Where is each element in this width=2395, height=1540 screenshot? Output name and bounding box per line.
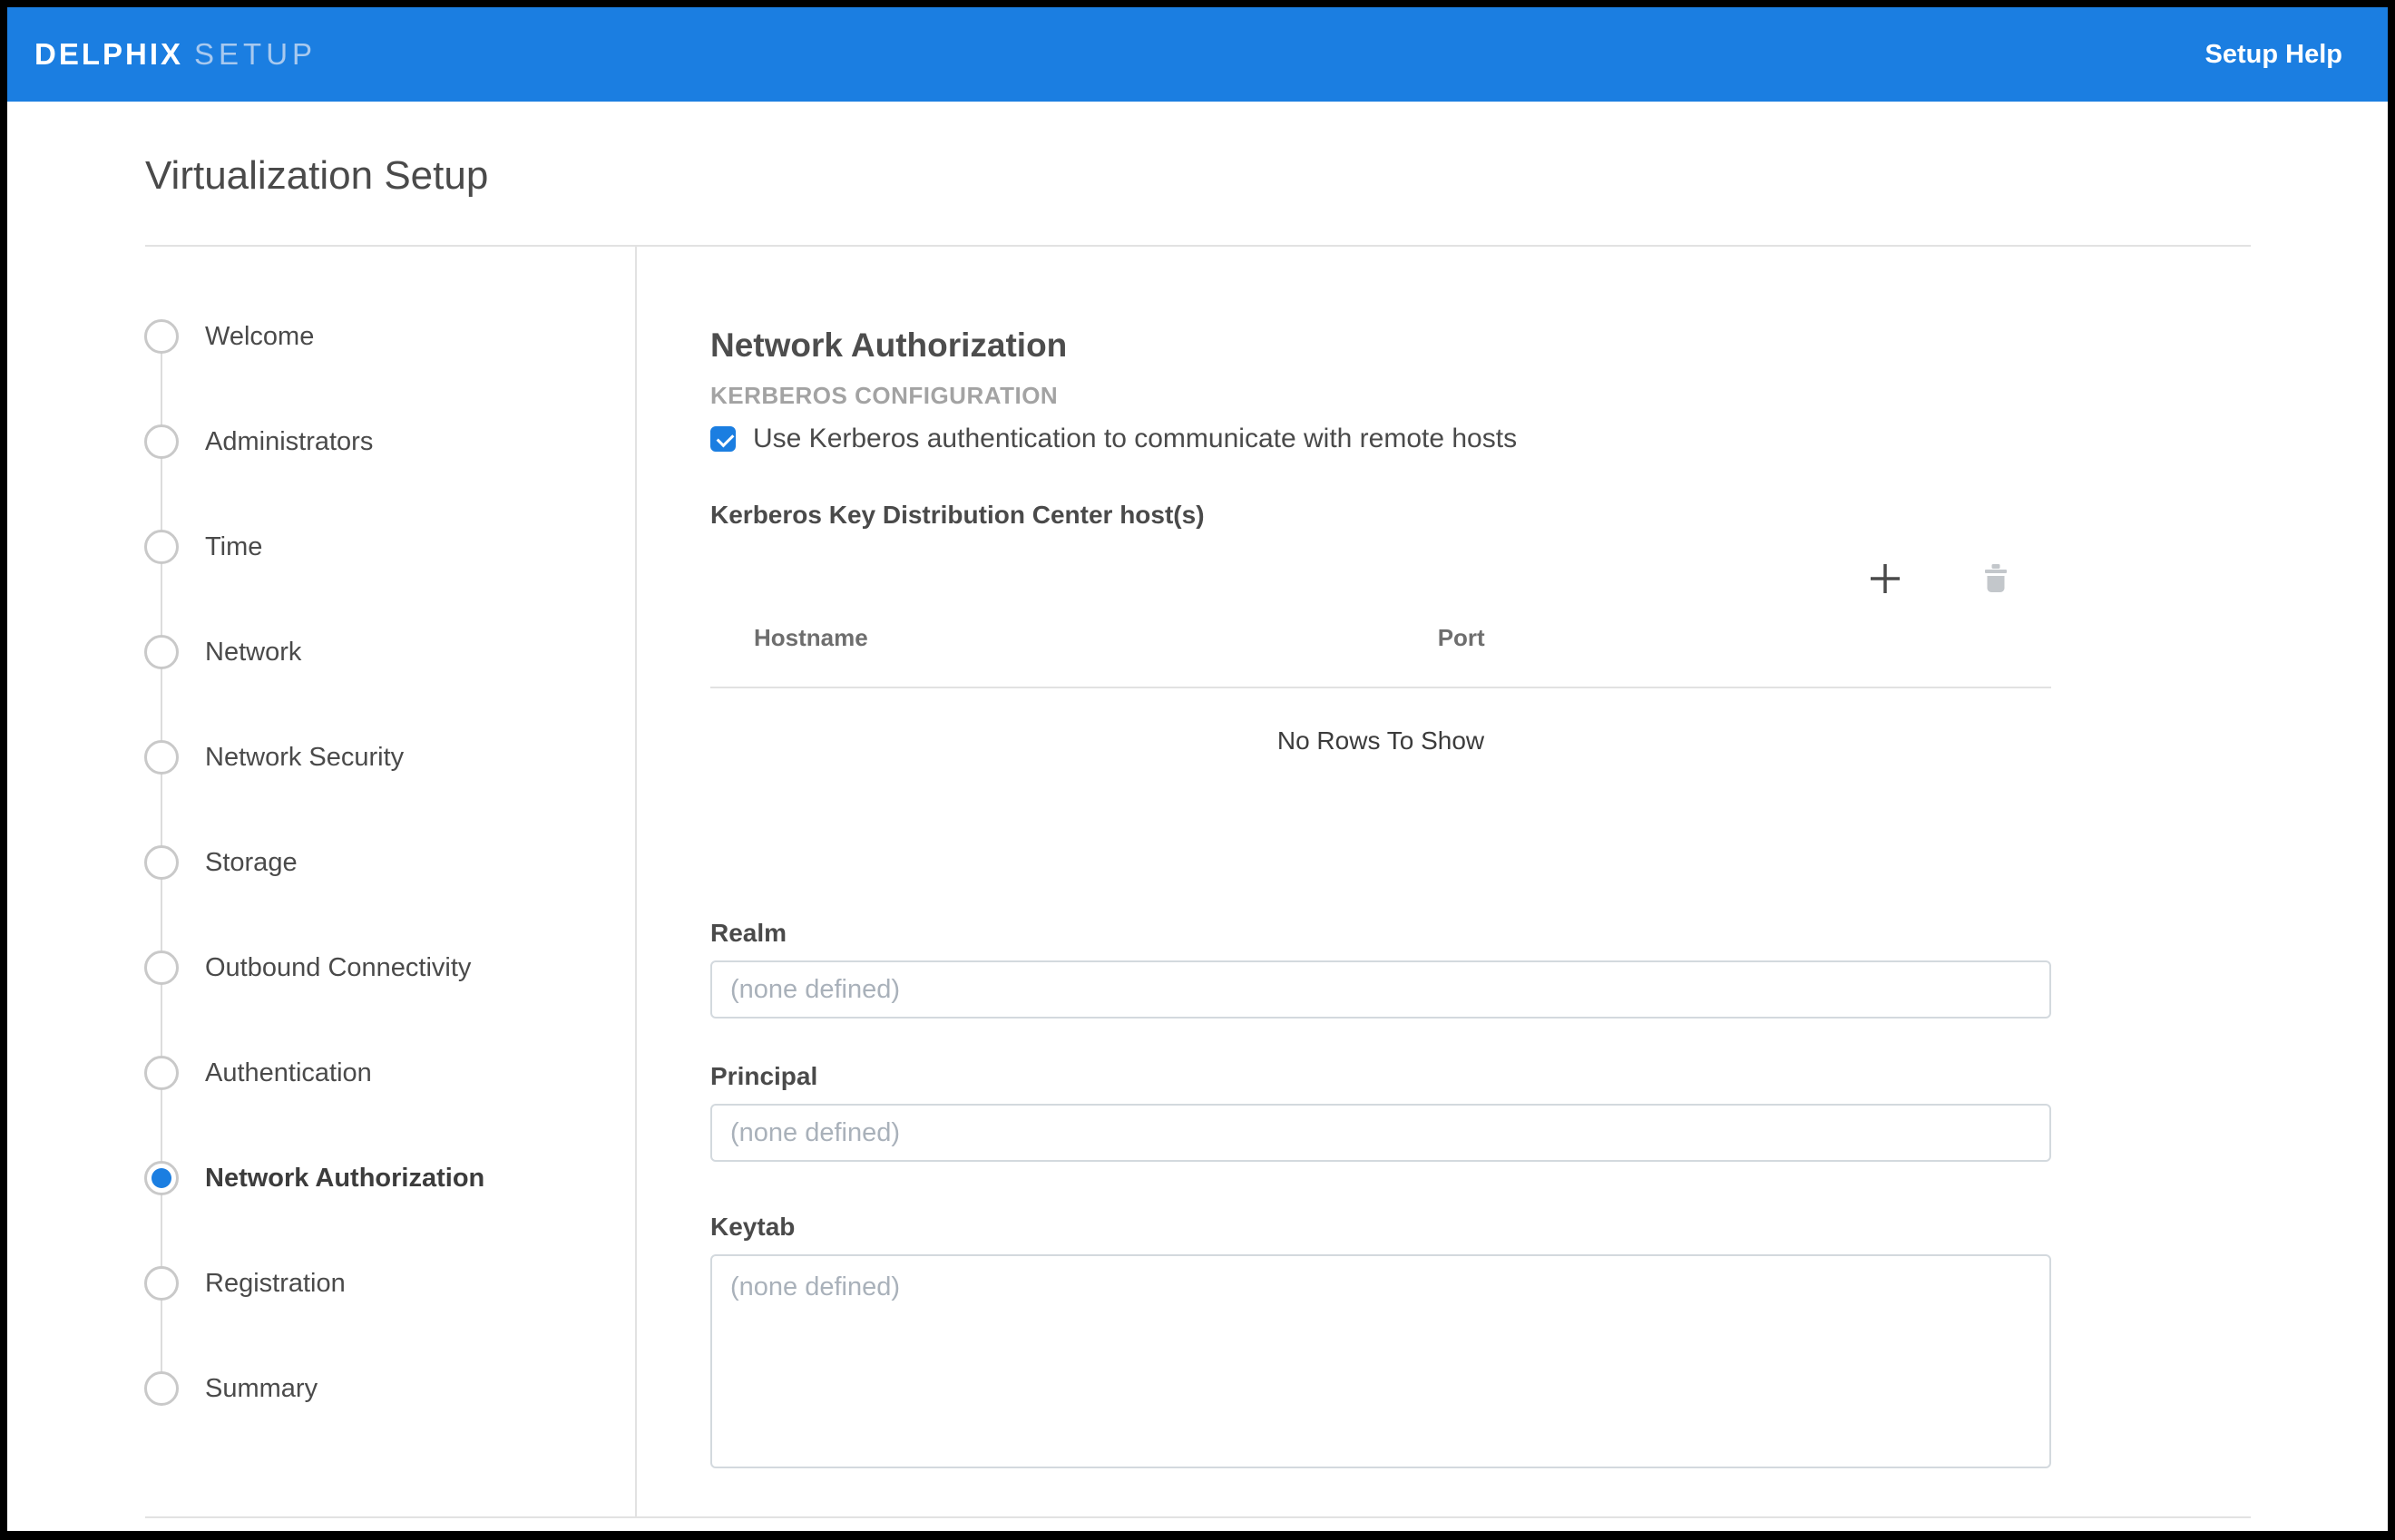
no-rows-message: No Rows To Show: [710, 726, 2051, 755]
sidebar-item-network[interactable]: Network: [145, 599, 635, 705]
page-body: Welcome Administrators Time Network Netw…: [145, 245, 2251, 1518]
sidebar-item-label: Storage: [205, 848, 298, 878]
sidebar-item-label: Network Security: [205, 743, 404, 773]
sidebar-item-label: Network: [205, 638, 301, 668]
sidebar-item-label: Welcome: [205, 322, 314, 352]
use-kerberos-checkbox[interactable]: [710, 426, 736, 452]
delete-kdc-host-button[interactable]: [1980, 560, 2011, 599]
kdc-grid-toolbar: [710, 554, 2051, 605]
step-circle-icon: [144, 1056, 179, 1090]
realm-input[interactable]: [710, 960, 2051, 1019]
sidebar-item-label: Outbound Connectivity: [205, 953, 471, 983]
step-circle-icon: [144, 1161, 179, 1195]
keytab-textarea[interactable]: [710, 1254, 2051, 1468]
sidebar-item-time[interactable]: Time: [145, 494, 635, 599]
step-circle-icon: [144, 1266, 179, 1301]
realm-label: Realm: [710, 919, 2051, 948]
principal-input[interactable]: [710, 1104, 2051, 1162]
plus-icon: [1868, 561, 1902, 599]
sidebar-item-label: Summary: [205, 1374, 318, 1404]
section-heading: Network Authorization: [710, 326, 2051, 366]
kdc-hosts-label: Kerberos Key Distribution Center host(s): [710, 500, 2051, 531]
kerberos-configuration-subheading: KERBEROS CONFIGURATION: [710, 382, 2051, 409]
principal-label: Principal: [710, 1062, 2051, 1091]
kerberos-checkbox-row: Use Kerberos authentication to communica…: [710, 425, 2051, 453]
step-circle-icon: [144, 530, 179, 564]
sidebar-item-welcome[interactable]: Welcome: [145, 284, 635, 389]
page-title: Virtualization Setup: [145, 154, 2388, 198]
keytab-label: Keytab: [710, 1213, 2051, 1242]
sidebar-item-storage[interactable]: Storage: [145, 810, 635, 915]
trash-icon: [1984, 564, 2008, 596]
step-circle-icon: [144, 635, 179, 669]
sidebar-item-label: Authentication: [205, 1058, 372, 1088]
sidebar-item-administrators[interactable]: Administrators: [145, 389, 635, 494]
hostname-column-header: Hostname: [754, 624, 868, 652]
port-column-header: Port: [1438, 624, 1485, 652]
use-kerberos-checkbox-label: Use Kerberos authentication to communica…: [753, 424, 1517, 454]
wizard-sidebar: Welcome Administrators Time Network Netw…: [145, 247, 637, 1516]
brand-logo: DELPHIX SETUP: [34, 37, 317, 72]
step-circle-icon: [144, 740, 179, 775]
sidebar-item-registration[interactable]: Registration: [145, 1231, 635, 1336]
sidebar-item-label: Time: [205, 532, 262, 562]
add-kdc-host-button[interactable]: [1864, 558, 1906, 602]
sidebar-item-network-authorization[interactable]: Network Authorization: [145, 1126, 635, 1231]
sidebar-item-label: Administrators: [205, 427, 373, 457]
step-circle-icon: [144, 1371, 179, 1406]
sidebar-item-summary[interactable]: Summary: [145, 1336, 635, 1441]
step-circle-icon: [144, 319, 179, 354]
step-circle-icon: [144, 424, 179, 459]
sidebar-item-network-security[interactable]: Network Security: [145, 705, 635, 810]
brand-name: DELPHIX: [34, 37, 183, 72]
step-circle-icon: [144, 845, 179, 880]
app-header: DELPHIX SETUP Setup Help: [7, 7, 2388, 102]
main-panel: Network Authorization KERBEROS CONFIGURA…: [637, 247, 2051, 1516]
sidebar-item-label: Registration: [205, 1269, 346, 1299]
sidebar-item-authentication[interactable]: Authentication: [145, 1020, 635, 1126]
kdc-table-header: Hostname Port: [710, 647, 2051, 688]
brand-suffix: SETUP: [194, 37, 317, 72]
sidebar-item-label: Network Authorization: [205, 1164, 484, 1194]
setup-help-link[interactable]: Setup Help: [2205, 40, 2342, 70]
step-circle-icon: [144, 950, 179, 985]
sidebar-item-outbound-connectivity[interactable]: Outbound Connectivity: [145, 915, 635, 1020]
app-window: DELPHIX SETUP Setup Help Virtualization …: [7, 7, 2388, 1531]
